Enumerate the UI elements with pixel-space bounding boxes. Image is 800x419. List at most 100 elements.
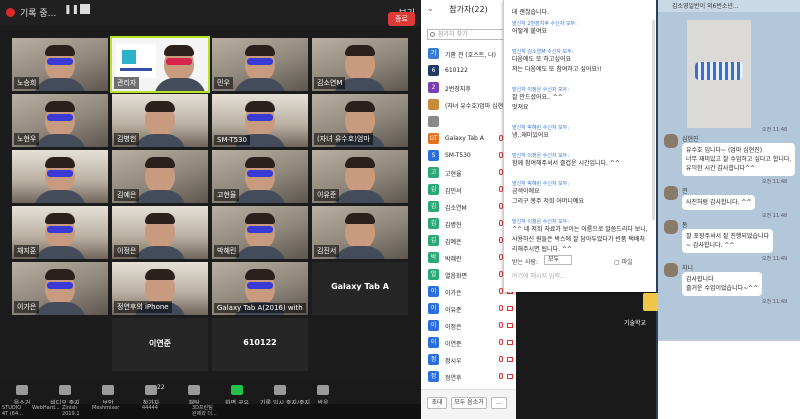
video-tile[interactable]: Galaxy Tab A [312,262,408,315]
participant-name: 이가은 [14,301,40,313]
participant-row[interactable]: 정 정연후 [421,369,516,386]
participant-row[interactable]: GT Galaxy Tab A [421,131,516,148]
muted-mic-icon[interactable] [499,373,503,379]
video-tile[interactable]: 박혜린 [212,206,308,259]
participant-face [345,45,375,81]
muted-mic-icon[interactable] [499,305,503,311]
chat-message: 발신자 이정은 수신자 모두: 함께 참여해주셔서 즐겁운 시간입니다. ^^ [512,152,650,169]
video-tile[interactable]: 노승희 [12,38,108,91]
video-tile[interactable]: 이가은 [12,262,108,315]
video-off-icon[interactable] [507,323,513,328]
chat-scrollbar[interactable] [652,20,655,220]
video-off-icon[interactable] [507,306,513,311]
video-tile[interactable]: 김소연M [312,38,408,91]
taskbar-item[interactable]: 44444 [142,405,158,411]
stop-recording-icon[interactable] [80,4,90,14]
participant-row[interactable]: 6 610122 [421,63,516,80]
chat-text: 사용하신 원들은 박스에 잘 담아두었다가 반품 택배처리해주시면 됩니다. ^… [512,236,645,253]
sender-name: 전 [682,188,688,195]
hair [345,101,375,112]
participant-row[interactable] [421,114,516,131]
video-tile[interactable]: 고현율 [212,150,308,203]
sender-name: 동 [682,222,688,229]
participant-row[interactable]: (자녀 유수호)엄마 심현진 [421,97,516,114]
video-tile[interactable]: (자녀 유수호)엄마 [312,94,408,147]
participant-row[interactable]: 박 박혜린 [421,250,516,267]
video-tile[interactable] [12,150,108,203]
chat-sender: 발신자 박혜린 수신자 모두: [512,125,570,131]
participant-row[interactable]: 정 정시우 [421,352,516,369]
video-tile[interactable]: 610122 [212,318,308,371]
taskbar-item[interactable]: 3D프린팅 완제와 더... [192,405,217,417]
participant-search-input[interactable]: 참가자 찾기 [427,29,507,40]
video-off-icon[interactable] [507,340,513,345]
participant-name: 박혜린 [214,245,240,257]
taskbar-item[interactable]: STUDIO 4T (64... [2,405,23,417]
pause-recording-icon[interactable]: ❚❚ [64,5,79,15]
zoom-meeting-window: 기록 중... ❚❚ 보기 노승희 관리자 민우 김소연M 노현우 김병헌 SM-T530 (… [0,0,421,419]
participant-row[interactable]: 열 열음화면 [421,267,516,284]
participant-row-name: (자녀 유수호)엄마 심현진 [445,103,509,110]
participant-face [245,101,275,137]
participant-row[interactable]: 2 2번장지후 [421,80,516,97]
participant-row[interactable]: 이 이유준 [421,301,516,318]
glasses-image [695,62,743,80]
chat-message-input[interactable]: 여기에 메시지 입력... [512,271,566,280]
taskbar-item[interactable]: Meshmixer [92,405,119,411]
kakao-message-input[interactable] [658,340,800,419]
participant-row[interactable]: 김 김병헌 [421,216,516,233]
participant-row[interactable]: 이 이연준 [421,335,516,352]
participant-name: SM-T530 [214,135,251,145]
chat-recipient-select[interactable]: 모두 [544,255,572,265]
participant-row[interactable]: 김 김예은 [421,233,516,250]
chat-file-button[interactable]: ▢ 파일 [614,257,633,266]
chat-text: 금색이에요 [512,188,540,195]
hair [245,101,275,112]
participant-face [45,269,75,305]
participant-row[interactable]: 고 고현율 [421,165,516,182]
muted-mic-icon[interactable] [499,356,503,362]
more-button[interactable]: ... [491,397,507,409]
video-tile[interactable]: 관리자 [110,36,210,93]
participant-name-center: 610122 [243,338,277,347]
participant-row[interactable]: S SM-T530 [421,148,516,165]
participant-row[interactable]: 김 김소연M [421,199,516,216]
video-tile[interactable]: 채지훈 [12,206,108,259]
participant-row[interactable]: 기 기환 전 (호스트, 나) [421,46,516,63]
video-tile[interactable]: 이유준 [312,150,408,203]
video-tile[interactable]: 정연후의 iPhone [112,262,208,315]
video-tile[interactable]: SM-T530 [212,94,308,147]
video-tile[interactable]: 민우 [212,38,308,91]
video-tile[interactable]: 김진서 [312,206,408,259]
video-tile[interactable]: 노현우 [12,94,108,147]
video-tile[interactable]: 이정은 [112,206,208,259]
video-tile[interactable]: 이연준 [112,318,208,371]
participant-row[interactable]: 김 김민서 [421,182,516,199]
chat-icon [188,385,200,395]
taskbar-item[interactable]: WebHard... [32,405,60,411]
shared-photo[interactable] [687,20,751,128]
muted-mic-icon[interactable] [499,322,503,328]
hair [45,157,75,168]
video-off-icon[interactable] [507,374,513,379]
end-meeting-button[interactable]: 종료 [388,12,415,26]
participant-name: 민우 [214,77,233,89]
participants-panel: ⌄ 참가자(22) 참가자 찾기 기 기환 전 (호스트, 나) 6 610122 2 2… [421,0,516,419]
video-tile[interactable]: Galaxy Tab A(2016) with [212,262,308,315]
video-tile[interactable]: 김병헌 [112,94,208,147]
participant-row[interactable]: 이 이가은 [421,284,516,301]
message-text: 너무 재미있고 잘 수업하고 싶다고 합니다. [686,156,792,163]
taskbar-item[interactable]: Zinish 2019.1 [62,405,80,417]
mute-all-button[interactable]: 모두 음소거 [451,397,487,409]
participant-body [134,134,186,147]
chat-sender: 발신자 이정은 수신자 모두: [512,219,570,225]
video-off-icon[interactable] [507,357,513,362]
chat-sender: 발신자 이정은 수신자 모두: [512,153,570,159]
message-timestamp: 오전 11:49 [762,256,788,262]
muted-mic-icon[interactable] [499,339,503,345]
kakao-title-bar: 김소영일반이 외6번소년... [658,0,800,12]
video-tile[interactable]: 김예은 [112,150,208,203]
participant-row[interactable]: 이 이정은 [421,318,516,335]
invite-button[interactable]: 초대 [427,397,447,409]
chat-text: 그리구 봉주 저희 어머니예요 [512,198,584,205]
